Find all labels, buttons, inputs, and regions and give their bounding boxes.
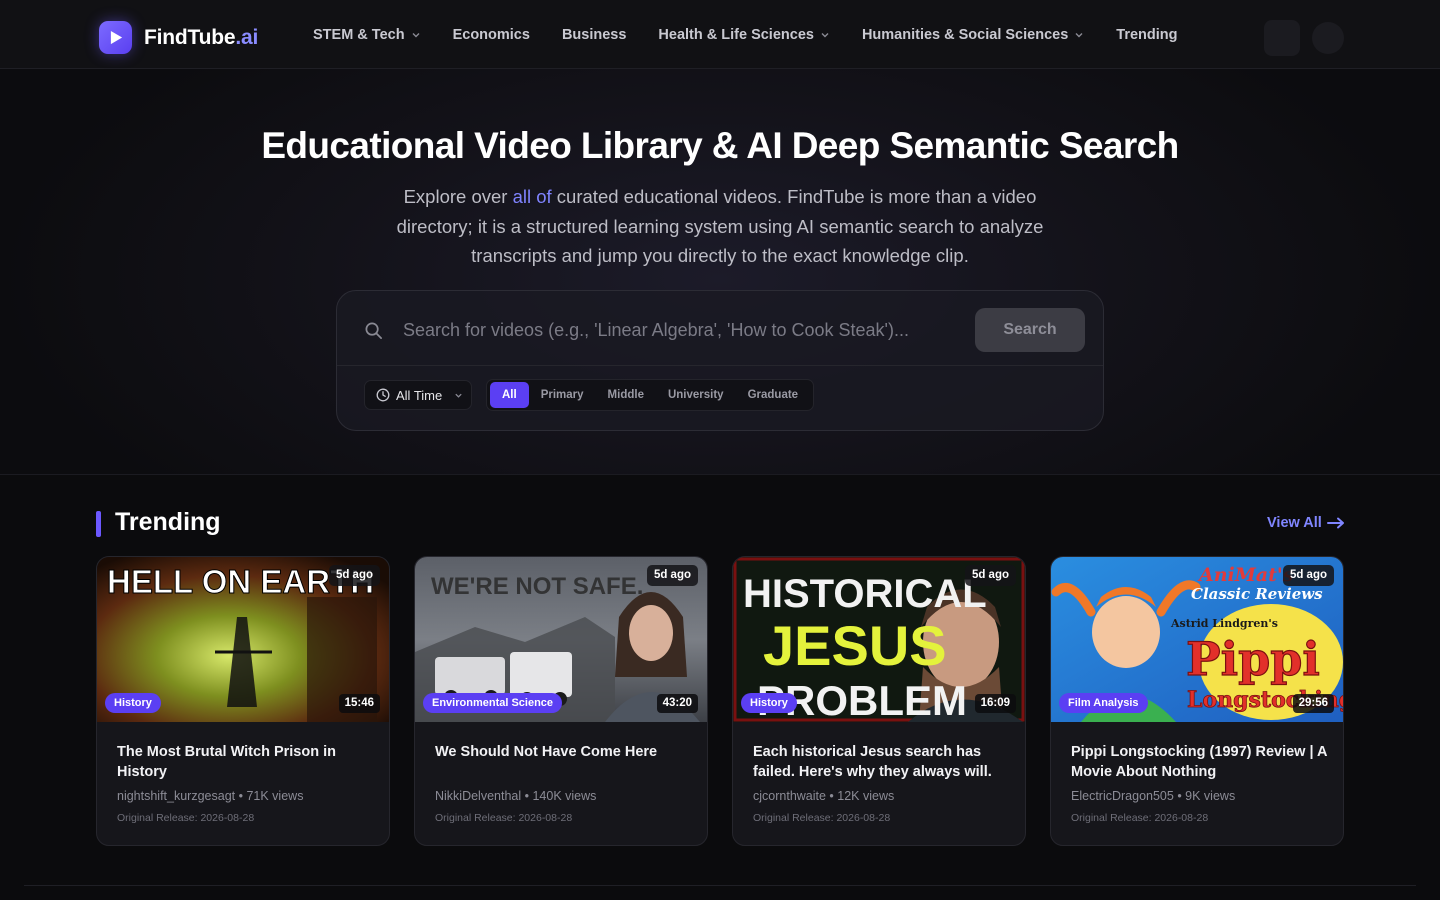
category-nav: STEM & Tech Economics Business Health & … [313,0,1178,69]
category-badge[interactable]: Environmental Science [423,693,563,713]
upload-age-badge: 5d ago [328,565,380,586]
video-title[interactable]: Each historical Jesus search has failed.… [753,743,1009,782]
play-icon [99,21,132,54]
nav-item-economics[interactable]: Economics [453,27,530,43]
duration-badge: 16:09 [974,694,1016,713]
theme-toggle-button[interactable] [1264,20,1300,56]
category-badge[interactable]: Film Analysis [1059,693,1148,713]
video-meta: NikkiDelventhal • 140K views [435,789,597,803]
level-tab-graduate[interactable]: Graduate [736,382,811,408]
channel-name[interactable]: ElectricDragon505 [1071,789,1174,803]
release-date: Original Release: 2026-08-28 [435,812,573,824]
duration-badge: 29:56 [1292,694,1334,713]
thumbnail-text: Pippi [1186,632,1320,686]
chevron-down-icon [455,393,462,398]
brand-logo[interactable]: FindTube.ai [99,21,258,54]
video-meta: ElectricDragon505 • 9K views [1071,789,1236,803]
section-divider [24,885,1416,886]
release-date: Original Release: 2026-08-28 [117,812,255,824]
user-avatar[interactable] [1312,22,1344,54]
nav-item-humanities-social-sciences[interactable]: Humanities & Social Sciences [862,27,1084,43]
hero-section: Educational Video Library & AI Deep Sema… [0,69,1440,475]
section-title: Trending [115,508,221,536]
level-tab-university[interactable]: University [656,382,736,408]
duration-badge: 43:20 [656,694,698,713]
channel-name[interactable]: NikkiDelventhal [435,789,521,803]
time-filter-select[interactable]: All Time [364,380,472,410]
video-thumbnail[interactable]: HELL ON EARTH 5d ago History 15:46 [97,557,389,722]
clock-icon [376,388,390,402]
nav-item-business[interactable]: Business [562,27,626,43]
view-count: 71K views [246,789,304,803]
chevron-down-icon [412,32,420,37]
thumbnail-text: HISTORICAL [743,572,987,616]
channel-name[interactable]: cjcornthwaite [753,789,826,803]
section-accent-bar [96,511,101,537]
education-level-tabs: All Primary Middle University Graduate [486,379,815,411]
brand-name: FindTube.ai [144,25,259,49]
level-tab-middle[interactable]: Middle [596,382,656,408]
level-tab-primary[interactable]: Primary [529,382,596,408]
thumbnail-text: AniMat's [1197,564,1294,586]
search-row: Search [337,291,1103,366]
view-count: 9K views [1185,789,1236,803]
video-title[interactable]: We Should Not Have Come Here [435,743,691,763]
thumbnail-text: WE'RE NOT SAFE. [431,573,643,600]
upload-age-badge: 5d ago [646,565,698,586]
view-count: 12K views [837,789,895,803]
nav-item-stem-tech[interactable]: STEM & Tech [313,27,421,43]
search-input[interactable] [403,313,963,347]
video-card[interactable]: WE'RE NOT SAFE. 5d ago Environmental Sci… [414,556,708,846]
chevron-down-icon [821,32,829,37]
view-all-link[interactable]: View All [1267,515,1345,531]
thumbnail-text: Astrid Lindgren's [1170,617,1278,630]
duration-badge: 15:46 [338,694,380,713]
video-card[interactable]: HELL ON EARTH 5d ago History 15:46 The M… [96,556,390,846]
page-title: Educational Video Library & AI Deep Sema… [261,125,1179,166]
video-meta: nightshift_kurzgesagt • 71K views [117,789,304,803]
arrow-right-icon [1326,517,1344,529]
video-meta: cjcornthwaite • 12K views [753,789,895,803]
hero-subtitle: Explore over all of curated educational … [396,186,1044,266]
category-badge[interactable]: History [105,693,161,713]
video-thumbnail[interactable]: WE'RE NOT SAFE. 5d ago Environmental Sci… [415,557,707,722]
search-icon [365,322,382,339]
video-card[interactable]: AniMat's Classic Reviews Astrid Lindgren… [1050,556,1344,846]
search-panel: Search All Time All Primary Middle Unive… [336,290,1104,431]
time-filter-value: All Time [396,387,443,403]
thumbnail-text: JESUS [763,614,947,677]
video-count-highlight: all of [512,186,552,207]
video-thumbnail[interactable]: HISTORICAL JESUS PROBLEM 5d ago History … [733,557,1025,722]
video-card[interactable]: HISTORICAL JESUS PROBLEM 5d ago History … [732,556,1026,846]
search-button[interactable]: Search [975,308,1085,352]
level-tab-all[interactable]: All [490,382,529,408]
video-title[interactable]: The Most Brutal Witch Prison in History [117,743,373,782]
channel-name[interactable]: nightshift_kurzgesagt [117,789,235,803]
view-count: 140K views [532,789,597,803]
category-badge[interactable]: History [741,693,797,713]
video-title[interactable]: Pippi Longstocking (1997) Review | A Mov… [1071,743,1327,782]
top-nav: FindTube.ai STEM & Tech Economics Busine… [0,0,1440,69]
nav-item-trending[interactable]: Trending [1116,27,1177,43]
chevron-down-icon [1075,32,1083,37]
thumbnail-text: Classic Reviews [1191,585,1323,603]
upload-age-badge: 5d ago [1282,565,1334,586]
video-thumbnail[interactable]: AniMat's Classic Reviews Astrid Lindgren… [1051,557,1343,722]
nav-item-health-life-sciences[interactable]: Health & Life Sciences [658,27,830,43]
release-date: Original Release: 2026-08-28 [1071,812,1209,824]
upload-age-badge: 5d ago [964,565,1016,586]
release-date: Original Release: 2026-08-28 [753,812,891,824]
